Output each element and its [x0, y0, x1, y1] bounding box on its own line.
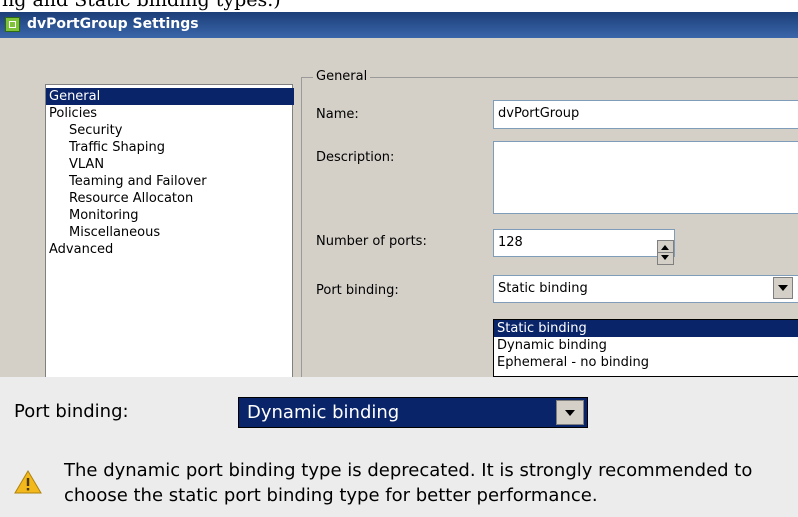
option-ephemeral[interactable]: Ephemeral - no binding — [494, 354, 798, 371]
port-binding-label-large: Port binding: — [14, 401, 129, 422]
tree-item-advanced[interactable]: Advanced — [46, 241, 116, 258]
tree-item-teaming-failover[interactable]: Teaming and Failover — [66, 173, 210, 190]
option-static-binding[interactable]: Static binding — [494, 320, 798, 337]
cropped-caption: ng and Static binding types.) — [0, 0, 798, 12]
port-binding-select-large[interactable]: Dynamic binding — [238, 397, 588, 428]
ports-spinner[interactable] — [657, 240, 674, 265]
tree-item-policies[interactable]: Policies — [46, 105, 100, 122]
tree-item-general[interactable]: General — [46, 88, 294, 105]
description-input[interactable] — [493, 141, 798, 214]
name-label: Name: — [316, 107, 359, 122]
port-binding-select[interactable]: Static binding — [493, 275, 798, 303]
tree-item-miscellaneous[interactable]: Miscellaneous — [66, 224, 163, 241]
port-binding-options: Static binding Dynamic binding Ephemeral… — [493, 319, 798, 377]
spinner-up-icon[interactable] — [661, 245, 669, 250]
settings-tree: General Policies Security Traffic Shapin… — [45, 84, 294, 377]
tree-item-vlan[interactable]: VLAN — [66, 156, 107, 173]
dialog-title: dvPortGroup Settings — [27, 16, 199, 32]
tree-item-security[interactable]: Security — [66, 122, 125, 139]
ports-label: Number of ports: — [316, 234, 427, 249]
port-binding-warning-panel: Port binding: Dynamic binding The dynami… — [0, 377, 798, 517]
chevron-down-icon[interactable] — [773, 277, 793, 299]
ports-input[interactable]: 128 — [493, 229, 675, 257]
settings-dialog: dvPortGroup Settings General Policies Se… — [0, 12, 798, 377]
port-binding-label: Port binding: — [316, 283, 399, 298]
tree-item-monitoring[interactable]: Monitoring — [66, 207, 142, 224]
name-input[interactable]: dvPortGroup — [493, 100, 798, 129]
chevron-down-icon[interactable] — [556, 400, 584, 425]
dialog-titlebar[interactable]: dvPortGroup Settings — [0, 12, 798, 38]
cropped-caption-text: ng and Static binding types.) — [2, 0, 281, 11]
portgroup-icon — [5, 17, 20, 32]
tree-item-resource-allocation[interactable]: Resource Allocaton — [66, 190, 196, 207]
warning-triangle-icon — [14, 470, 42, 494]
general-legend: General — [313, 69, 371, 84]
deprecation-warning: The dynamic port binding type is depreca… — [64, 460, 753, 506]
option-dynamic-binding[interactable]: Dynamic binding — [494, 337, 798, 354]
description-label: Description: — [316, 150, 395, 165]
tree-item-traffic-shaping[interactable]: Traffic Shaping — [66, 139, 168, 156]
spinner-down-icon[interactable] — [661, 255, 669, 260]
